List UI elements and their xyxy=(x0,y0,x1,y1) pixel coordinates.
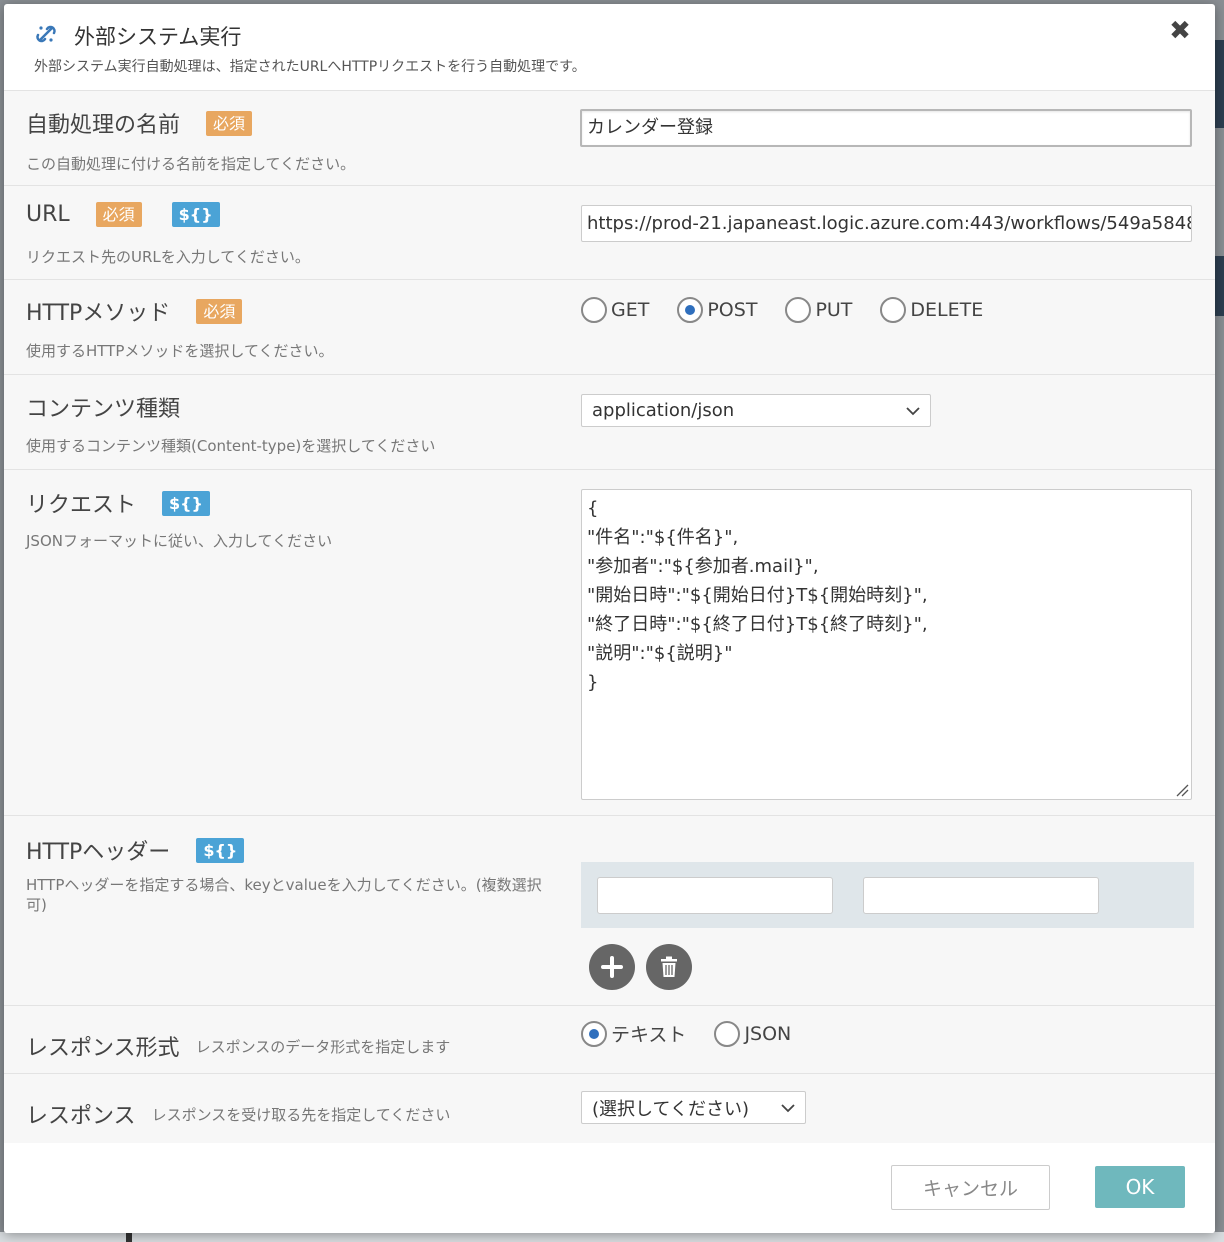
request-label: リクエスト xyxy=(26,493,137,518)
response-label: レスポンス xyxy=(26,1104,136,1129)
method-option-post[interactable]: POST xyxy=(677,297,757,323)
url-label-group: URL 必須 ${} xyxy=(26,202,220,227)
link-icon xyxy=(36,25,56,43)
name-label: 自動処理の名前 xyxy=(26,113,181,138)
headers-label: HTTPヘッダー xyxy=(26,840,171,865)
dialog-subtitle: 外部システム実行自動処理は、指定されたURLへHTTPリクエストを行う自動処理で… xyxy=(34,59,586,75)
request-line: "開始日時":"${開始日付}T${開始時刻}", xyxy=(587,585,928,606)
response-format-option-label: テキスト xyxy=(611,1024,687,1046)
method-option-label: DELETE xyxy=(910,299,984,321)
required-badge: 必須 xyxy=(206,110,253,136)
row-headers: HTTPヘッダー ${} HTTPヘッダーを指定する場合、keyとvalueを入… xyxy=(4,816,1215,1006)
radio-put[interactable] xyxy=(785,297,812,323)
response-hint: レスポンスを受け取る先を指定してください xyxy=(151,1105,451,1124)
response-format-hint: レスポンスのデータ形式を指定します xyxy=(195,1037,451,1056)
request-label-group: リクエスト ${} xyxy=(26,487,210,519)
radio-delete[interactable] xyxy=(880,297,907,323)
row-request: リクエスト ${} JSONフォーマットに従い、入力してください { "件名":… xyxy=(4,470,1215,816)
request-line: "終了日時":"${終了日付}T${終了時刻}", xyxy=(587,614,928,635)
dialog-header: 外部システム実行 外部システム実行自動処理は、指定されたURLへHTTPリクエス… xyxy=(4,4,1215,91)
method-option-get[interactable]: GET xyxy=(581,297,649,323)
response-label-group: レスポンス レスポンスを受け取る先を指定してください xyxy=(26,1098,450,1130)
row-response-format: レスポンス形式 レスポンスのデータ形式を指定します テキスト JSON xyxy=(4,1006,1215,1074)
radio-json[interactable] xyxy=(714,1020,741,1047)
plus-icon xyxy=(601,956,623,978)
delete-header-button[interactable] xyxy=(646,944,692,990)
response-format-label: レスポンス形式 xyxy=(26,1036,180,1061)
header-key-input[interactable] xyxy=(597,877,833,914)
name-input[interactable]: カレンダー登録 xyxy=(580,109,1192,147)
url-description: リクエスト先のURLを入力してください。 xyxy=(26,248,310,266)
row-content-type: コンテンツ種類 使用するコンテンツ種類(Content-type)を選択してくだ… xyxy=(4,375,1215,470)
response-format-option-label: JSON xyxy=(744,1022,792,1045)
backdrop-bar xyxy=(126,1232,132,1242)
method-option-delete[interactable]: DELETE xyxy=(880,297,983,323)
method-label-group: HTTPメソッド 必須 xyxy=(26,295,243,327)
url-input[interactable]: https://prod-21.japaneast.logic.azure.co… xyxy=(581,205,1192,242)
name-label-group: 自動処理の名前 必須 xyxy=(26,107,253,139)
radio-get[interactable] xyxy=(581,297,607,323)
radio-post[interactable] xyxy=(677,297,704,323)
response-select[interactable]: (選択してください) xyxy=(581,1091,806,1124)
dialog-body: 自動処理の名前 必須 この自動処理に付ける名前を指定してください。 カレンダー登… xyxy=(4,91,1215,1143)
name-description: この自動処理に付ける名前を指定してください。 xyxy=(26,155,356,173)
add-header-button[interactable] xyxy=(589,944,635,990)
required-badge: 必須 xyxy=(95,202,142,227)
radio-text[interactable] xyxy=(581,1020,607,1047)
dialog-footer: キャンセル OK xyxy=(4,1143,1215,1233)
row-name: 自動処理の名前 必須 この自動処理に付ける名前を指定してください。 カレンダー登… xyxy=(4,91,1215,186)
ok-button[interactable]: OK xyxy=(1095,1166,1185,1208)
trash-icon xyxy=(661,956,677,977)
variable-badge: ${} xyxy=(196,837,245,863)
method-option-label: GET xyxy=(611,299,650,321)
request-line: "説明":"${説明}" xyxy=(587,643,733,664)
method-option-put[interactable]: PUT xyxy=(785,297,852,323)
header-kv-panel xyxy=(581,862,1194,928)
row-method: HTTPメソッド 必須 使用するHTTPメソッドを選択してください。 GET P… xyxy=(4,280,1215,375)
dialog-title: 外部システム実行 xyxy=(74,25,242,49)
headers-description: HTTPヘッダーを指定する場合、keyとvalueを入力してください。(複数選択… xyxy=(26,876,542,914)
response-format-option-text[interactable]: テキスト xyxy=(581,1020,686,1047)
request-textarea[interactable]: { "件名":"${件名}", "参加者":"${参加者.mail}", "開始… xyxy=(581,489,1192,800)
response-select-value: (選択してください) xyxy=(592,1098,749,1120)
request-line: { xyxy=(587,498,599,519)
header-value-input[interactable] xyxy=(863,877,1099,914)
response-format-option-json[interactable]: JSON xyxy=(714,1020,792,1047)
content-type-value: application/json xyxy=(592,400,735,421)
chevron-down-icon xyxy=(906,406,920,415)
variable-badge: ${} xyxy=(162,490,210,516)
chevron-down-icon xyxy=(781,1103,795,1112)
request-line: } xyxy=(587,672,599,693)
response-format-label-group: レスポンス形式 レスポンスのデータ形式を指定します xyxy=(26,1030,450,1062)
backdrop-bottom xyxy=(0,1232,1224,1242)
request-description: JSONフォーマットに従い、入力してください xyxy=(26,532,333,550)
request-line: "参加者":"${参加者.mail}", xyxy=(587,556,819,577)
cancel-button[interactable]: キャンセル xyxy=(891,1165,1050,1210)
content-type-label: コンテンツ種類 xyxy=(26,397,181,422)
method-option-label: PUT xyxy=(815,299,853,321)
required-badge: 必須 xyxy=(196,298,243,324)
request-line: "件名":"${件名}", xyxy=(587,527,739,548)
variable-badge: ${} xyxy=(171,202,220,227)
method-option-label: POST xyxy=(707,299,758,321)
url-label: URL xyxy=(26,202,70,227)
method-label: HTTPメソッド xyxy=(26,301,171,326)
external-system-dialog: 外部システム実行 外部システム実行自動処理は、指定されたURLへHTTPリクエス… xyxy=(4,4,1215,1233)
method-radio-group: GET POST PUT DELETE xyxy=(581,297,1011,323)
row-response: レスポンス レスポンスを受け取る先を指定してください (選択してください) xyxy=(4,1074,1215,1143)
content-type-description: 使用するコンテンツ種類(Content-type)を選択してください xyxy=(26,437,436,455)
resize-handle-icon[interactable] xyxy=(1175,783,1189,797)
backdrop-strip-top xyxy=(1215,40,1224,128)
content-type-select[interactable]: application/json xyxy=(581,394,931,427)
backdrop-strip-mid xyxy=(1215,256,1224,316)
method-description: 使用するHTTPメソッドを選択してください。 xyxy=(26,342,334,360)
response-format-radio-group: テキスト JSON xyxy=(581,1020,819,1047)
row-url: URL 必須 ${} リクエスト先のURLを入力してください。 https://… xyxy=(4,186,1215,280)
close-icon[interactable]: ✖ xyxy=(1165,16,1195,46)
headers-label-group: HTTPヘッダー ${} xyxy=(26,834,245,866)
